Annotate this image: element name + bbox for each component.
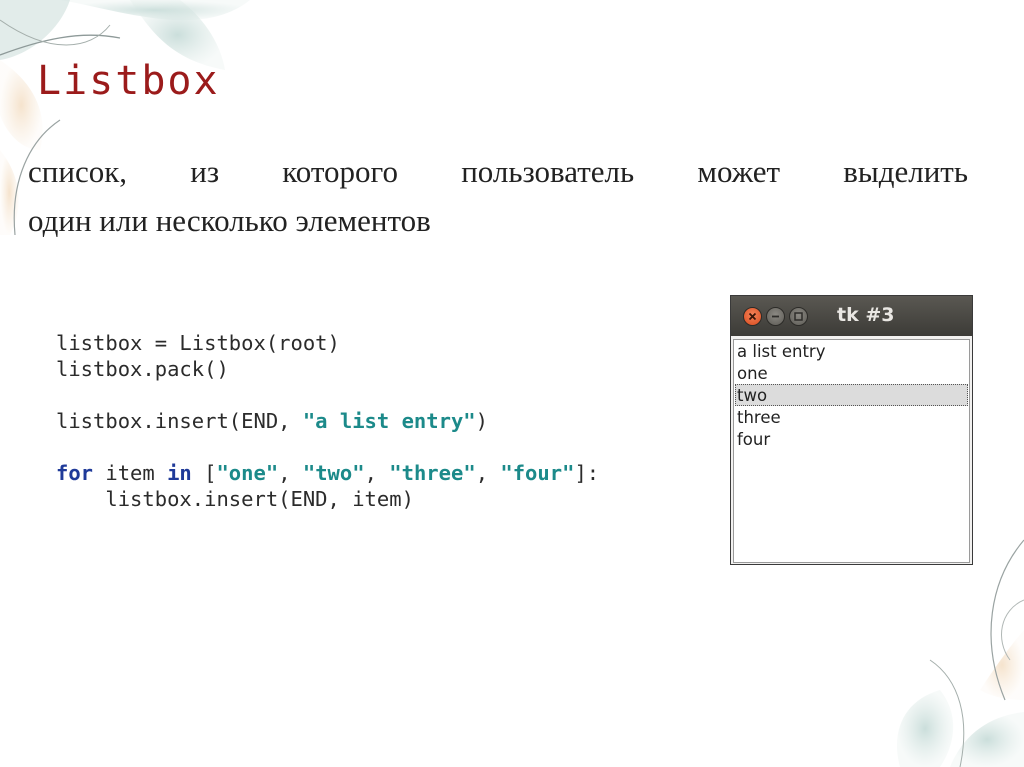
window-titlebar[interactable]: tk #3: [731, 296, 972, 336]
subtitle-word: которого: [282, 154, 398, 189]
minimize-icon: [767, 308, 784, 325]
slide-title: Listbox: [37, 58, 220, 104]
minimize-button[interactable]: [766, 307, 785, 326]
code-text: [: [191, 461, 217, 485]
subtitle-line-2: один или несколько элементов: [28, 203, 431, 238]
subtitle-word: из: [190, 154, 220, 189]
code-line: listbox = Listbox(root): [56, 331, 340, 355]
listbox-item[interactable]: four: [735, 428, 968, 450]
code-string: "two": [302, 461, 365, 485]
window-title: tk #3: [837, 304, 895, 326]
code-text: ,: [475, 461, 501, 485]
code-string: "four": [500, 461, 575, 485]
listbox-item[interactable]: one: [735, 362, 968, 384]
maximize-icon: [790, 308, 807, 325]
code-snippet: listbox = Listbox(root) listbox.pack() l…: [56, 330, 599, 512]
code-string: "three": [389, 461, 476, 485]
listbox[interactable]: a list entry one two three four: [733, 339, 970, 563]
subtitle-line-1: список, из которого пользователь может в…: [28, 147, 968, 196]
slide: Listbox список, из которого пользователь…: [0, 0, 1024, 767]
subtitle-word: список,: [28, 154, 128, 189]
subtitle-word: может: [697, 154, 781, 189]
code-text: item: [93, 461, 168, 485]
code-line: listbox.pack(): [56, 357, 229, 381]
code-string: "one": [216, 461, 279, 485]
listbox-item-selected[interactable]: two: [735, 384, 968, 406]
close-button[interactable]: [743, 307, 762, 326]
code-keyword: for: [56, 461, 94, 485]
code-string: "a list entry": [302, 409, 476, 433]
tk-window: tk #3 a list entry one two three four: [730, 295, 973, 565]
code-text: listbox.insert(END,: [56, 409, 303, 433]
code-line: listbox.insert(END, "a list entry"): [56, 408, 599, 434]
code-text: ,: [278, 461, 303, 485]
code-line: for item in ["one", "two", "three", "fou…: [56, 460, 599, 486]
listbox-item[interactable]: a list entry: [735, 340, 968, 362]
close-icon: [744, 308, 761, 325]
code-text: ]:: [574, 461, 600, 485]
subtitle-word: пользователь: [461, 154, 635, 189]
slide-subtitle: список, из которого пользователь может в…: [28, 147, 968, 245]
listbox-item[interactable]: three: [735, 406, 968, 428]
code-keyword: in: [167, 461, 192, 485]
code-text: ): [475, 409, 488, 433]
maximize-button[interactable]: [789, 307, 808, 326]
code-line: listbox.insert(END, item): [56, 487, 414, 511]
code-text: ,: [364, 461, 390, 485]
subtitle-word: выделить: [843, 154, 968, 189]
